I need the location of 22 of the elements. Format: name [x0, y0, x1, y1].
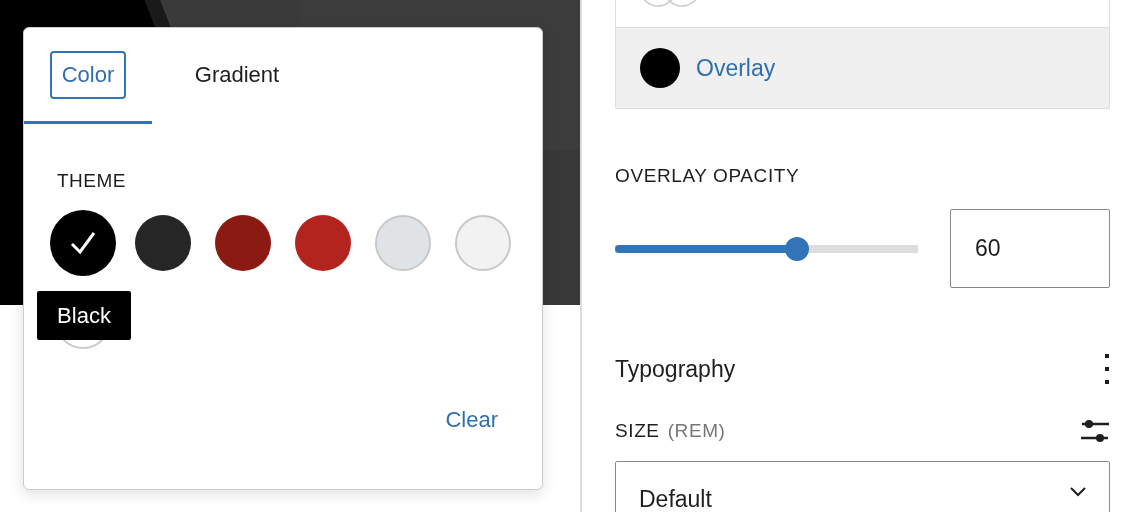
color-swatch[interactable] — [135, 215, 191, 271]
chevron-down-icon — [1069, 486, 1087, 498]
size-label: SIZE — [615, 420, 660, 441]
check-icon — [69, 230, 97, 256]
tab[interactable]: Gradient — [152, 28, 322, 124]
tooltip: Black — [37, 291, 131, 340]
opacity-input[interactable]: 60 — [950, 209, 1110, 288]
section-label: THEME — [56, 169, 127, 192]
color-item[interactable]: Overlay — [616, 28, 1109, 108]
size-select[interactable]: Default — [615, 461, 1110, 512]
sliders-icon[interactable] — [1080, 419, 1110, 443]
size-unit: (REM) — [667, 420, 726, 441]
color-swatch[interactable] — [375, 215, 431, 271]
opacity-label: OVERLAY OPACITY — [615, 165, 801, 187]
color-swatch[interactable] — [215, 215, 271, 271]
slider-thumb[interactable] — [784, 236, 809, 261]
color-swatch[interactable] — [295, 215, 351, 271]
clear-button[interactable]: Clear — [441, 403, 502, 437]
more-options-icon[interactable] — [1104, 353, 1110, 385]
panel-title: Typography — [615, 355, 736, 383]
tab[interactable]: Color — [24, 28, 152, 124]
color-swatch[interactable] — [455, 215, 511, 271]
